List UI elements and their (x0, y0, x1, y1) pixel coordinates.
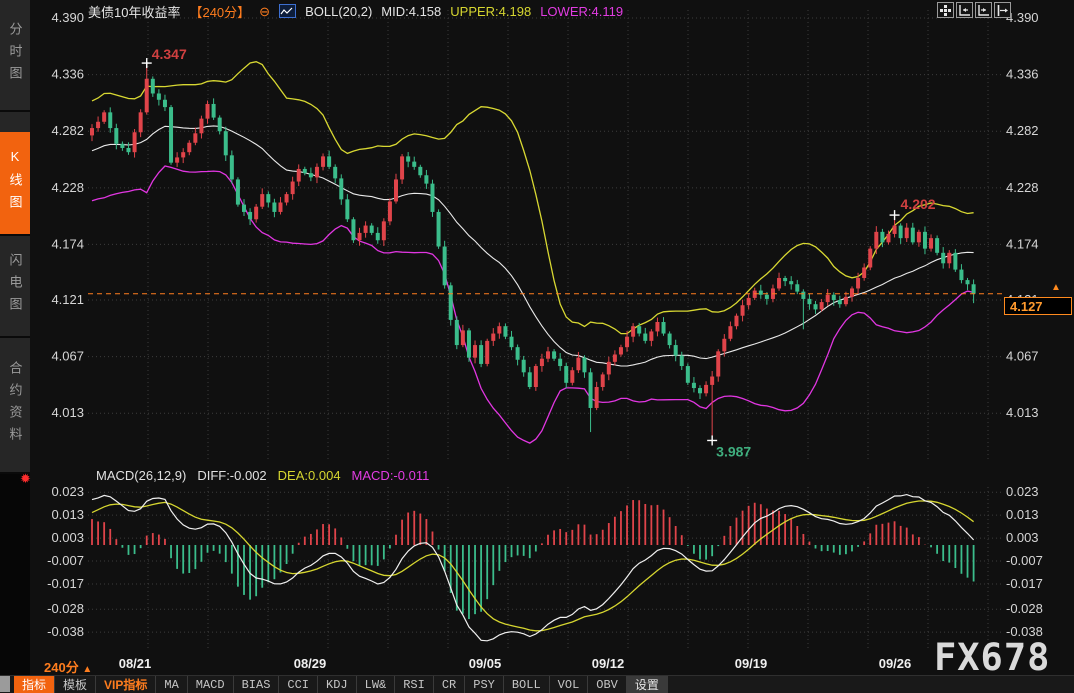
tab-obv[interactable]: OBV (588, 676, 627, 693)
chart-tools (937, 2, 1011, 18)
price-tick-label-left: 4.121 (51, 292, 84, 307)
macd-tick-label-left: -0.007 (47, 553, 84, 568)
tab-cci[interactable]: CCI (279, 676, 318, 693)
tab-lwr[interactable]: LW& (357, 676, 396, 693)
tab-cr[interactable]: CR (434, 676, 465, 693)
macd-dea-value: DEA:0.004 (278, 468, 341, 483)
tab-bias[interactable]: BIAS (234, 676, 280, 693)
annotation-high: 4.347 (152, 46, 187, 62)
sidebar-item-flash-chart[interactable]: 闪电图 (0, 236, 30, 338)
price-tick-label-right: 4.228 (1006, 180, 1039, 195)
bottom-toolbar: 指标 模板 VIP指标 MA MACD BIAS CCI KDJ LW& RSI… (0, 675, 1074, 693)
last-price-tag: 4.127 (1004, 297, 1072, 315)
macd-header: MACD(26,12,9) DIFF:-0.002 DEA:0.004 MACD… (96, 468, 429, 483)
period-badge: 【240分】 (189, 2, 250, 21)
tab-template[interactable]: 模板 (55, 676, 96, 693)
sidebar-item-time-chart[interactable]: 分时图 (0, 0, 30, 112)
tab-boll[interactable]: BOLL (504, 676, 550, 693)
price-tick-label-right: 4.282 (1006, 123, 1039, 138)
date-tick-label: 09/26 (879, 656, 912, 671)
date-tick-label: 09/19 (735, 656, 768, 671)
period-label[interactable]: 240分 ▲ (44, 657, 92, 676)
tab-ma[interactable]: MA (156, 676, 187, 693)
up-triangle-icon: ▲ (82, 664, 92, 675)
chart-type-icon[interactable] (279, 4, 296, 18)
chart-header: 美债10年收益率 【240分】 ⊖ BOLL(20,2) MID:4.158 U… (88, 3, 623, 19)
axis-shift-left-icon[interactable] (956, 2, 973, 18)
macd-tick-label-right: -0.007 (1006, 553, 1043, 568)
macd-tick-label-right: 0.023 (1006, 484, 1039, 499)
macd-tick-label-right: -0.017 (1006, 576, 1043, 591)
macd-tick-label-left: -0.028 (47, 601, 84, 616)
instrument-title: 美债10年收益率 (88, 2, 180, 21)
date-tick-label: 08/21 (119, 656, 152, 671)
tab-psy[interactable]: PSY (465, 676, 504, 693)
price-tick-label-left: 4.013 (51, 405, 84, 420)
macd-macd-value: MACD:-0.011 (352, 468, 430, 483)
boll-mid-value: MID:4.158 (381, 4, 441, 19)
price-tick-label-left: 4.336 (51, 67, 84, 82)
sidebar-item-contract-info[interactable]: 合约资料 (0, 338, 30, 474)
price-tick-label-left: 4.282 (51, 123, 84, 138)
tab-indicator[interactable]: 指标 (14, 676, 55, 693)
alert-blink-icon: ✹ (20, 472, 31, 485)
macd-tick-label-left: -0.038 (47, 624, 84, 639)
corner-nub[interactable] (0, 676, 10, 692)
tab-vip-indicator[interactable]: VIP指标 (96, 676, 156, 693)
macd-tick-label-left: 0.023 (51, 484, 84, 499)
boll-param-label: BOLL(20,2) (305, 4, 372, 19)
annotation-swing-high: 4.202 (901, 196, 936, 212)
macd-tick-label-left: 0.013 (51, 507, 84, 522)
tab-macd[interactable]: MACD (188, 676, 234, 693)
watermark-fx678: FX678 (934, 636, 1050, 679)
macd-tick-label-right: 0.013 (1006, 507, 1039, 522)
price-tick-label-left: 4.174 (51, 236, 84, 251)
sidebar: 分时图 K线图 闪电图 合约资料 (0, 0, 30, 693)
tab-vol[interactable]: VOL (550, 676, 589, 693)
macd-param-label: MACD(26,12,9) (96, 468, 186, 483)
price-tick-label-left: 4.390 (51, 10, 84, 25)
price-tick-label-right: 4.067 (1006, 349, 1039, 364)
price-tick-label-left: 4.067 (51, 349, 84, 364)
chart-canvas[interactable]: 4.3904.3904.3364.3364.2824.2824.2284.228… (0, 0, 1074, 693)
macd-tick-label-right: 0.003 (1006, 530, 1039, 545)
date-tick-label: 08/29 (294, 656, 327, 671)
period-text: 240分 (44, 660, 79, 675)
tab-kdj[interactable]: KDJ (318, 676, 357, 693)
macd-tick-label-right: -0.028 (1006, 601, 1043, 616)
date-tick-label: 09/12 (592, 656, 625, 671)
tab-settings[interactable]: 设置 (627, 676, 668, 693)
macd-diff-value: DIFF:-0.002 (197, 468, 266, 483)
price-tick-label-right: 4.174 (1006, 236, 1039, 251)
macd-tick-label-left: -0.017 (47, 576, 84, 591)
axis-shift-right-icon[interactable] (975, 2, 992, 18)
price-tick-label-right: 4.013 (1006, 405, 1039, 420)
export-icon[interactable] (994, 2, 1011, 18)
price-tick-label-right: 4.336 (1006, 67, 1039, 82)
boll-lower-value: LOWER:4.119 (540, 4, 623, 19)
sidebar-item-kline-chart[interactable]: K线图 (0, 132, 30, 236)
tab-rsi[interactable]: RSI (395, 676, 434, 693)
collapse-icon[interactable]: ⊖ (259, 5, 270, 18)
price-tick-label-left: 4.228 (51, 180, 84, 195)
macd-tick-label-left: 0.003 (51, 530, 84, 545)
pan-icon[interactable] (937, 2, 954, 18)
boll-upper-value: UPPER:4.198 (450, 4, 531, 19)
date-tick-label: 09/05 (469, 656, 502, 671)
app-root: 4.3904.3904.3364.3364.2824.2824.2284.228… (0, 0, 1074, 693)
annotation-low: 3.987 (716, 443, 751, 459)
price-alert-arrow-icon: ▲ (1051, 283, 1061, 293)
